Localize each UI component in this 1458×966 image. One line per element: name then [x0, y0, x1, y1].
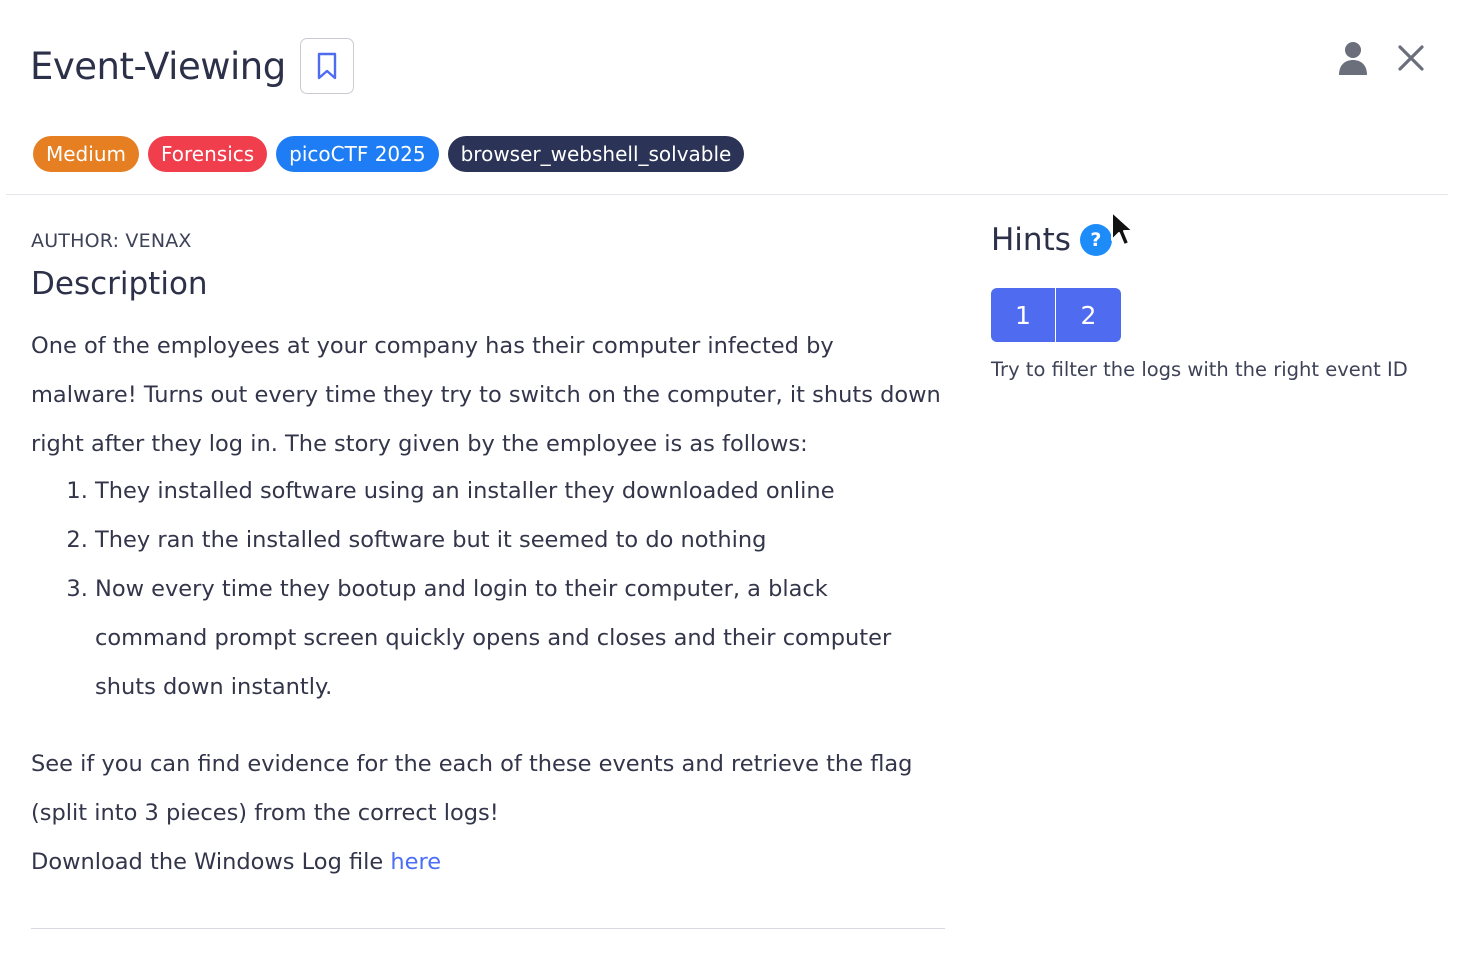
header-actions [1338, 40, 1424, 76]
hint-button-group: 1 2 [991, 288, 1431, 342]
list-item: Now every time they bootup and login to … [95, 565, 946, 712]
header-divider [6, 194, 1448, 195]
challenge-title: Event-Viewing [30, 44, 286, 88]
hint-2-button[interactable]: 2 [1056, 288, 1121, 342]
tag-list: Medium Forensics picoCTF 2025 browser_we… [33, 136, 745, 172]
hints-panel: Hints ? 1 2 Try to filter the logs with … [991, 222, 1431, 381]
download-prefix: Download the Windows Log file [31, 849, 391, 875]
hints-header: Hints ? [991, 222, 1431, 258]
bookmark-icon [317, 52, 336, 80]
description-closing: See if you can find evidence for the eac… [31, 751, 913, 826]
list-item: They ran the installed software but it s… [95, 516, 946, 565]
challenge-header: Event-Viewing [30, 38, 354, 94]
help-icon[interactable]: ? [1079, 224, 1112, 256]
mouse-cursor-icon [1111, 211, 1134, 246]
steps-list: They installed software using an install… [31, 467, 946, 712]
bookmark-button[interactable] [299, 38, 354, 94]
download-line: Download the Windows Log file here [31, 838, 946, 887]
hint-1-button[interactable]: 1 [991, 288, 1056, 342]
close-button[interactable] [1398, 45, 1424, 71]
tag-category: Forensics [147, 136, 268, 172]
description-intro: One of the employees at your company has… [31, 333, 941, 457]
close-icon [1398, 45, 1424, 71]
user-icon [1339, 42, 1367, 75]
description-panel: AUTHOR: VENAX Description One of the emp… [31, 230, 946, 887]
tag-event: picoCTF 2025 [276, 136, 439, 172]
author-label: AUTHOR: VENAX [31, 230, 192, 252]
tag-difficulty: Medium [33, 136, 139, 172]
description-heading: Description [31, 266, 208, 302]
list-item: They installed software using an install… [95, 467, 946, 516]
user-button[interactable] [1338, 40, 1368, 76]
hints-heading: Hints [991, 222, 1071, 258]
description-bottom-divider [31, 928, 945, 929]
download-link[interactable]: here [390, 849, 441, 875]
tag-solvable: browser_webshell_solvable [447, 136, 745, 172]
hint-content: Try to filter the logs with the right ev… [991, 358, 1408, 381]
